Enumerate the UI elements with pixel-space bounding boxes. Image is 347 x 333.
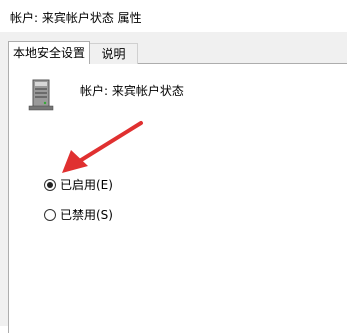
tab-label: 说明	[101, 47, 126, 61]
disabled-label: 已禁用(S)	[60, 208, 113, 222]
dialog-left-edge	[0, 32, 8, 326]
enabled-radio[interactable]	[44, 178, 56, 191]
window-title: 帐户: 来宾帐户状态 属性	[10, 11, 142, 25]
tab-local-security-setting[interactable]: 本地安全设置	[8, 41, 90, 64]
server-icon	[28, 79, 54, 111]
tab-content-panel	[8, 63, 347, 333]
disabled-radio[interactable]	[44, 208, 56, 221]
title-bar: 帐户: 来宾帐户状态 属性	[0, 0, 347, 32]
policy-name: 帐户: 来宾帐户状态	[80, 84, 184, 98]
enabled-label: 已启用(E)	[60, 178, 113, 192]
tab-label: 本地安全设置	[12, 46, 85, 60]
disabled-option[interactable]: 已禁用(S)	[44, 206, 113, 223]
tab-explain[interactable]: 说明	[90, 43, 138, 64]
enabled-option[interactable]: 已启用(E)	[44, 176, 113, 193]
